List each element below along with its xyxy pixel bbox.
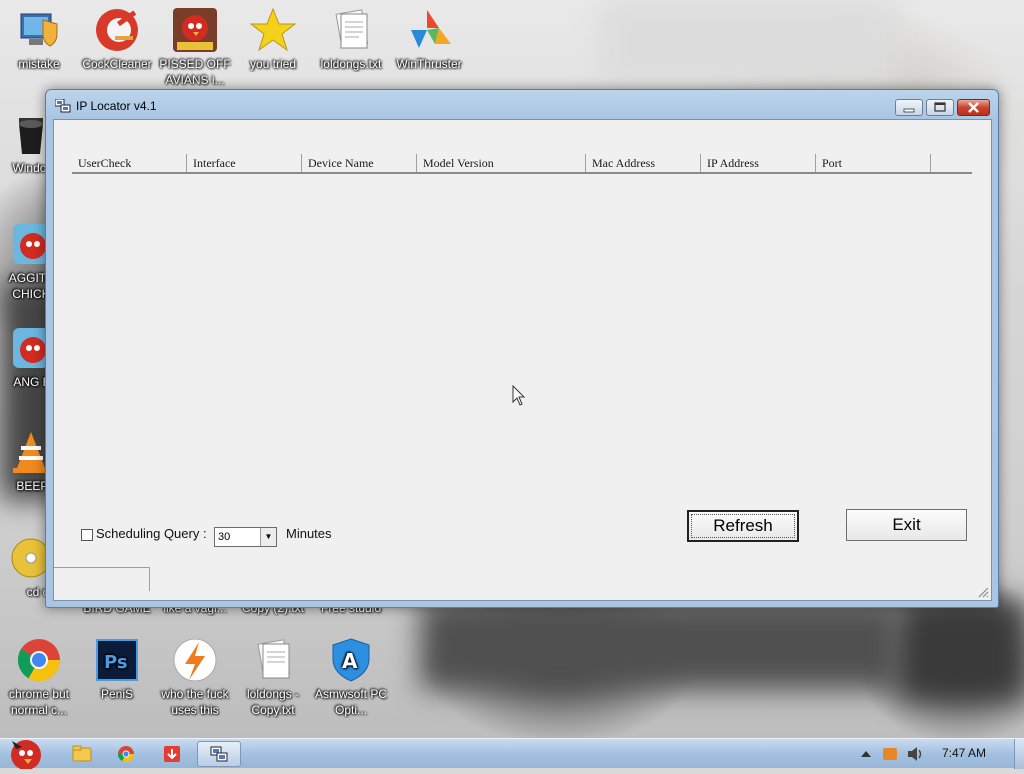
monitor-shield-icon	[15, 6, 63, 54]
desktop-icon-label: loldongs.txt	[320, 57, 382, 71]
dropdown-arrow-icon[interactable]: ▼	[260, 528, 276, 546]
desktop-icon-chrome[interactable]: chrome but normal c...	[0, 636, 78, 718]
maximize-icon	[934, 102, 946, 112]
ccleaner-icon	[93, 6, 141, 54]
desktop-icon-label: WinThruster	[396, 57, 462, 71]
wallpaper-shape	[420, 600, 900, 690]
chrome-icon	[15, 636, 63, 684]
desktop-icon-loldongs-copy-txt[interactable]: loldongs - Copy.txt	[234, 636, 312, 718]
desktop-icon-you-tried[interactable]: you tried	[234, 6, 312, 72]
scheduling-label: Scheduling Query :	[96, 526, 207, 541]
window-title: IP Locator v4.1	[76, 99, 157, 113]
tray-app-icon[interactable]	[882, 746, 898, 762]
column-header-ip-address[interactable]: IP Address	[701, 154, 816, 172]
device-list[interactable]: UserCheck Interface Device Name Model Ve…	[72, 154, 972, 174]
desktop-icon-label: PeniS	[100, 687, 134, 701]
mouse-cursor-icon	[512, 385, 526, 406]
column-header-port[interactable]: Port	[816, 154, 931, 172]
volume-icon[interactable]	[906, 746, 924, 762]
show-hidden-icons-icon[interactable]	[860, 749, 872, 759]
exit-button-label: Exit	[892, 515, 921, 534]
scheduling-interval-select[interactable]: 30 ▼	[214, 527, 277, 547]
taskbar-chrome[interactable]	[106, 741, 146, 767]
desktop-icon-label: you tried	[249, 57, 297, 71]
resize-grip-icon[interactable]	[977, 586, 989, 598]
wallpaper-shape	[600, 0, 900, 90]
network-app-icon	[210, 746, 228, 762]
desktop-icon-pissed-off-avians[interactable]: PISSED OFF AVIANS i...	[156, 6, 234, 88]
text-file-icon	[249, 636, 297, 684]
title-bar[interactable]: IP Locator v4.1	[46, 90, 998, 120]
minutes-label: Minutes	[286, 526, 332, 541]
desktop-icon-loldongs-txt[interactable]: loldongs.txt	[312, 6, 390, 72]
bolt-icon	[171, 636, 219, 684]
minimize-icon	[903, 108, 915, 113]
desktop-icon-label: who the fuck uses this	[161, 687, 229, 717]
chrome-icon	[117, 746, 135, 763]
desktop-icon-penis[interactable]: Ps PeniS	[78, 636, 156, 702]
close-button[interactable]	[957, 99, 990, 116]
desktop-icon-label: mistake	[18, 57, 60, 71]
column-header-usercheck[interactable]: UserCheck	[72, 154, 187, 172]
clock[interactable]: 7:47 AM	[942, 746, 986, 760]
wallpaper-shape	[900, 600, 1024, 700]
start-button[interactable]	[2, 731, 50, 770]
desktop-icon-label: PISSED OFF AVIANS i...	[159, 57, 231, 87]
desktop-icon-label: chrome but normal c...	[8, 687, 70, 717]
desktop-icon-cockcleaner[interactable]: CockCleaner	[78, 6, 156, 72]
maximize-button[interactable]	[926, 99, 954, 116]
taskbar-downloader[interactable]	[152, 741, 192, 767]
desktop-icon-asmwsoft[interactable]: A Asmwsoft PC Opti...	[312, 636, 390, 718]
refresh-button[interactable]: Refresh	[687, 510, 799, 542]
desktop-icon-label: CockCleaner	[82, 57, 152, 71]
svg-text:A: A	[342, 649, 358, 673]
focus-rectangle	[691, 514, 795, 538]
download-icon	[164, 746, 180, 762]
status-bar-pane	[54, 567, 150, 591]
ip-locator-window: IP Locator v4.1 UserCheck Interface Devi…	[45, 89, 999, 608]
taskbar: 7:47 AM	[0, 738, 1024, 770]
desktop-icon-label: Asmwsoft PC Opti...	[314, 687, 387, 717]
column-header-model-version[interactable]: Model Version	[417, 154, 586, 172]
desktop-icon-label: loldongs - Copy.txt	[246, 687, 300, 717]
text-file-icon	[327, 6, 375, 54]
network-app-icon	[55, 99, 71, 113]
column-header-device-name[interactable]: Device Name	[302, 154, 417, 172]
photoshop-icon: Ps	[93, 636, 141, 684]
scheduling-checkbox[interactable]	[81, 529, 93, 541]
exit-button[interactable]: Exit	[846, 509, 967, 541]
minimize-button[interactable]	[895, 99, 923, 116]
asmwsoft-shield-icon: A	[327, 636, 375, 684]
column-header-mac-address[interactable]: Mac Address	[586, 154, 701, 172]
desktop-icon-winthruster[interactable]: WinThruster	[390, 6, 468, 72]
folder-icon	[72, 745, 92, 762]
taskbar-ip-locator[interactable]	[197, 741, 241, 767]
show-desktop-button[interactable]	[1014, 739, 1024, 769]
desktop-icon-who-uses-this[interactable]: who the fuck uses this	[156, 636, 234, 718]
svg-text:Ps: Ps	[104, 652, 128, 673]
taskbar-explorer[interactable]	[62, 741, 102, 767]
desktop-icon-mistake[interactable]: mistake	[0, 6, 78, 72]
client-area: UserCheck Interface Device Name Model Ve…	[53, 119, 992, 601]
close-icon	[968, 102, 979, 113]
angry-bird-start-icon	[11, 740, 41, 770]
column-header-interface[interactable]: Interface	[187, 154, 302, 172]
scheduling-interval-value: 30	[218, 531, 231, 543]
star-icon	[249, 6, 297, 54]
angry-birds-seasons-icon	[171, 6, 219, 54]
winthruster-icon	[405, 6, 453, 54]
